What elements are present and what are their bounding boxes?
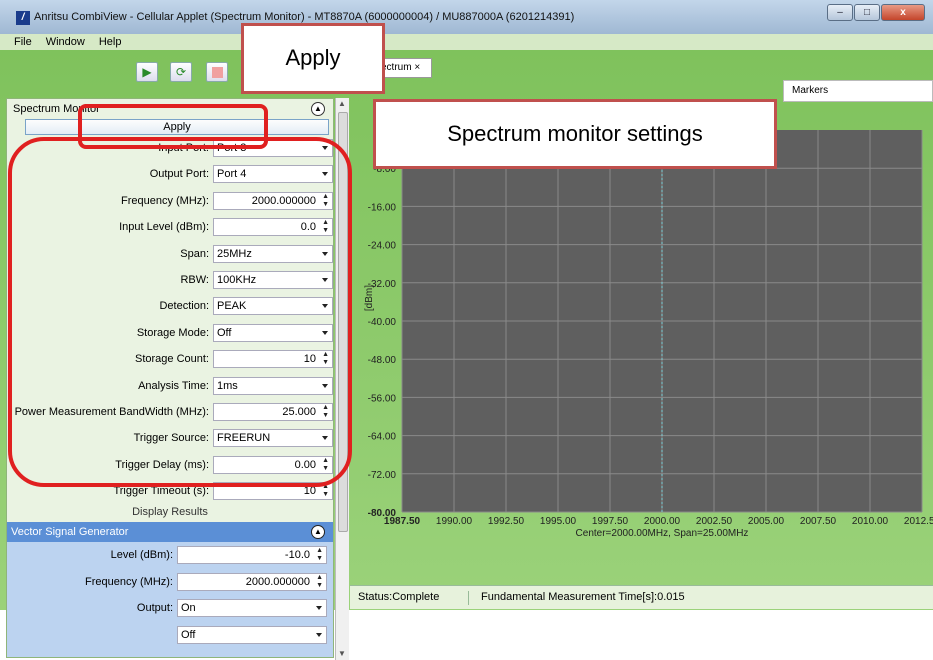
tab-close-icon[interactable]: × <box>414 62 420 73</box>
setting-row: Level (dBm): -10.0 ▲ ▼ <box>7 542 333 568</box>
minimize-button[interactable]: – <box>827 4 853 21</box>
play-icon[interactable]: ▶ <box>136 62 158 82</box>
setting-value: On <box>181 602 196 615</box>
loop-icon[interactable]: ⟳ <box>170 62 192 82</box>
y-tick-label: -24.00 <box>368 241 397 252</box>
x-tick-label: 2005.00 <box>748 516 785 527</box>
tab-strip: ectrum × <box>352 58 933 78</box>
menu-bar: File Window Help <box>0 34 933 50</box>
y-tick-label: -48.00 <box>368 355 397 366</box>
y-tick-label: -56.00 <box>368 393 397 404</box>
measurement-time: Fundamental Measurement Time[s]:0.015 <box>468 591 685 605</box>
x-tick-label: 2007.50 <box>800 516 837 527</box>
y-axis-label: [dBm] <box>364 285 375 311</box>
vsg-fields: Level (dBm): -10.0 ▲ ▼ Frequency (MHz): 2000.… <box>7 542 333 657</box>
stop-icon[interactable] <box>206 62 228 82</box>
setting-label: Frequency (MHz): <box>84 575 173 588</box>
y-tick-label: -72.00 <box>368 470 397 481</box>
menu-help[interactable]: Help <box>99 34 122 50</box>
menu-window[interactable]: Window <box>46 34 85 50</box>
setting-row: Off <box>7 622 333 648</box>
anritsu-logo-icon: / <box>16 11 30 25</box>
status-text: Status:Complete <box>358 591 440 603</box>
x-tick-label: 1992.50 <box>488 516 525 527</box>
display-results-header[interactable]: Display Results <box>7 506 333 520</box>
chart-footer: Center=2000.00MHz, Span=25.00MHz <box>576 528 749 539</box>
setting-row: Frequency (MHz): 2000.000000 ▲ ▼ <box>7 569 333 595</box>
y-tick-label: -40.00 <box>368 317 397 328</box>
setting-value: 2000.000000 <box>245 575 310 588</box>
status-bar: Status:Complete Fundamental Measurement … <box>350 585 933 609</box>
setting-label: Level (dBm): <box>110 549 173 562</box>
x-tick-label: 2000.00 <box>644 516 681 527</box>
tab-label: ectrum <box>381 62 412 73</box>
settings-highlight <box>8 137 352 487</box>
scroll-up-icon[interactable]: ▲ <box>338 99 346 108</box>
x-tick-label: 2002.50 <box>696 516 733 527</box>
maximize-button[interactable]: □ <box>854 4 880 21</box>
dropdown-arrow-icon[interactable] <box>316 632 322 637</box>
collapse-icon[interactable]: ▲ <box>311 525 325 540</box>
collapse-icon[interactable]: ▲ <box>311 102 325 116</box>
scroll-down-icon[interactable]: ▼ <box>338 649 346 658</box>
setting-dropdown[interactable]: On <box>177 599 327 618</box>
apply-callout: Apply <box>241 23 385 94</box>
setting-value: Off <box>181 628 196 641</box>
close-button[interactable]: x <box>881 4 925 21</box>
setting-row: Output: On <box>7 595 333 621</box>
section-title: Vector Signal Generator <box>11 526 129 539</box>
x-tick-label: 1987.50 <box>384 516 421 527</box>
y-tick-label: -16.00 <box>368 202 397 213</box>
setting-dropdown[interactable]: Off <box>177 625 327 644</box>
x-tick-label: 2010.00 <box>852 516 889 527</box>
spinner-arrows-icon[interactable]: ▲ ▼ <box>316 574 323 590</box>
setting-label: Output: <box>136 602 173 615</box>
x-tick-label: 1997.50 <box>592 516 629 527</box>
title-bar: / Anritsu CombiView - Cellular Applet (S… <box>0 0 933 34</box>
setting-spinbox[interactable]: 2000.000000 ▲ ▼ <box>177 572 327 591</box>
y-tick-label: -64.00 <box>368 432 397 443</box>
setting-spinbox[interactable]: -10.0 ▲ ▼ <box>177 546 327 565</box>
x-tick-label: 1990.00 <box>436 516 473 527</box>
spectrum-chart: -8.00-16.00-24.00-32.00-40.00-48.00-56.0… <box>364 130 933 539</box>
menu-file[interactable]: File <box>14 34 32 50</box>
settings-callout: Spectrum monitor settings <box>373 99 777 169</box>
vsg-header[interactable]: Vector Signal Generator ▲ <box>7 522 333 543</box>
x-tick-label: 2012.50 <box>904 516 933 527</box>
x-tick-label: 1995.00 <box>540 516 577 527</box>
markers-panel[interactable]: Markers <box>783 80 933 102</box>
window-title: Anritsu CombiView - Cellular Applet (Spe… <box>34 11 575 23</box>
spinner-arrows-icon[interactable]: ▲ ▼ <box>316 547 323 563</box>
setting-value: -10.0 <box>284 549 310 562</box>
